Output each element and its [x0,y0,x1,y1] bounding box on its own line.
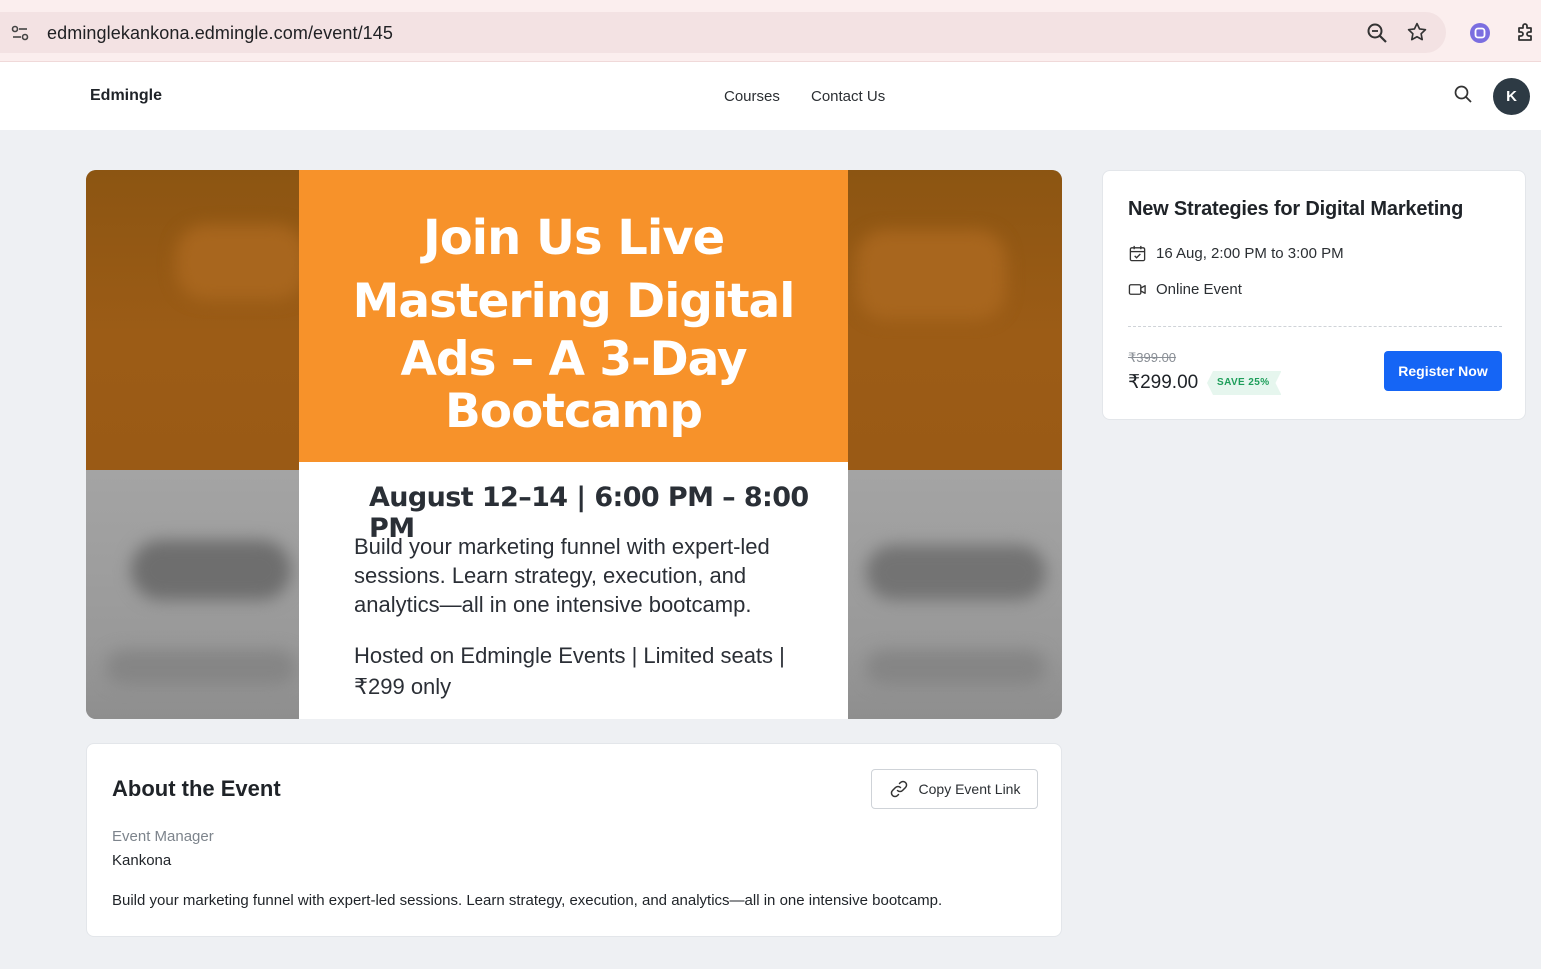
nav-courses[interactable]: Courses [724,88,780,105]
event-banner: Join Us Live Mastering Digital Ads – A 3… [86,170,1062,719]
banner-headline-line: Join Us Live [422,210,725,266]
blur-shape [856,230,1006,320]
event-manager-label: Event Manager [112,828,214,845]
banner-headline-line: Mastering Digital [352,274,796,329]
about-title: About the Event [112,776,281,801]
banner-hosting-info: Hosted on Edmingle Events | Limited seat… [354,643,785,699]
copy-event-link-label: Copy Event Link [918,781,1021,797]
puzzle-icon[interactable] [1514,20,1538,44]
divider [1128,326,1502,327]
blur-shape [866,650,1046,685]
calendar-icon [1129,245,1146,262]
banner-description: Build your marketing funnel with expert-… [354,534,770,617]
banner-headline-line: Bootcamp [444,384,703,439]
brand-logo[interactable]: Edmingle [90,87,162,105]
banner-headline-line: Ads – A 3-Day [400,332,747,387]
extension-icon[interactable] [1469,22,1491,44]
avatar[interactable]: K [1493,78,1530,115]
event-manager-name: Kankona [112,852,172,869]
event-schedule-text: 16 Aug, 2:00 PM to 3:00 PM [1156,245,1344,262]
about-description: Build your marketing funnel with expert-… [112,892,943,909]
link-icon [890,780,907,798]
copy-event-link-button[interactable]: Copy Event Link [871,769,1038,809]
search-icon[interactable] [1453,84,1473,104]
banner-poster: Join Us Live Mastering Digital Ads – A 3… [299,170,848,719]
site-header: Edmingle Courses Contact Us K [0,62,1541,130]
blur-shape [106,650,296,685]
nav-contact-us[interactable]: Contact Us [811,88,885,105]
blur-shape [131,540,291,600]
event-title: New Strategies for Digital Marketing [1128,198,1464,220]
site-settings-icon[interactable] [10,23,30,43]
zoom-icon[interactable] [1366,22,1388,44]
browser-toolbar: edminglekankona.edmingle.com/event/145 [0,0,1541,62]
banner-headline-block: Join Us Live Mastering Digital Ads – A 3… [299,170,848,462]
blur-shape [866,545,1046,600]
event-schedule: 16 Aug, 2:00 PM to 3:00 PM [1128,244,1344,263]
video-camera-icon [1128,284,1146,295]
event-mode: Online Event [1128,280,1242,299]
event-summary-card: New Strategies for Digital Marketing 16 … [1102,170,1526,420]
discount-badge: SAVE 25% [1207,371,1281,395]
bookmark-star-icon[interactable] [1406,21,1428,43]
register-now-button[interactable]: Register Now [1384,351,1502,391]
blur-shape [176,225,306,300]
original-price: ₹399.00 [1128,350,1177,365]
current-price: ₹299.00 [1128,372,1199,393]
address-bar[interactable]: edminglekankona.edmingle.com/event/145 [0,12,1446,53]
event-mode-text: Online Event [1156,281,1242,298]
url-text[interactable]: edminglekankona.edmingle.com/event/145 [47,23,393,44]
about-event-card: About the Event Copy Event Link Event Ma… [86,743,1062,937]
